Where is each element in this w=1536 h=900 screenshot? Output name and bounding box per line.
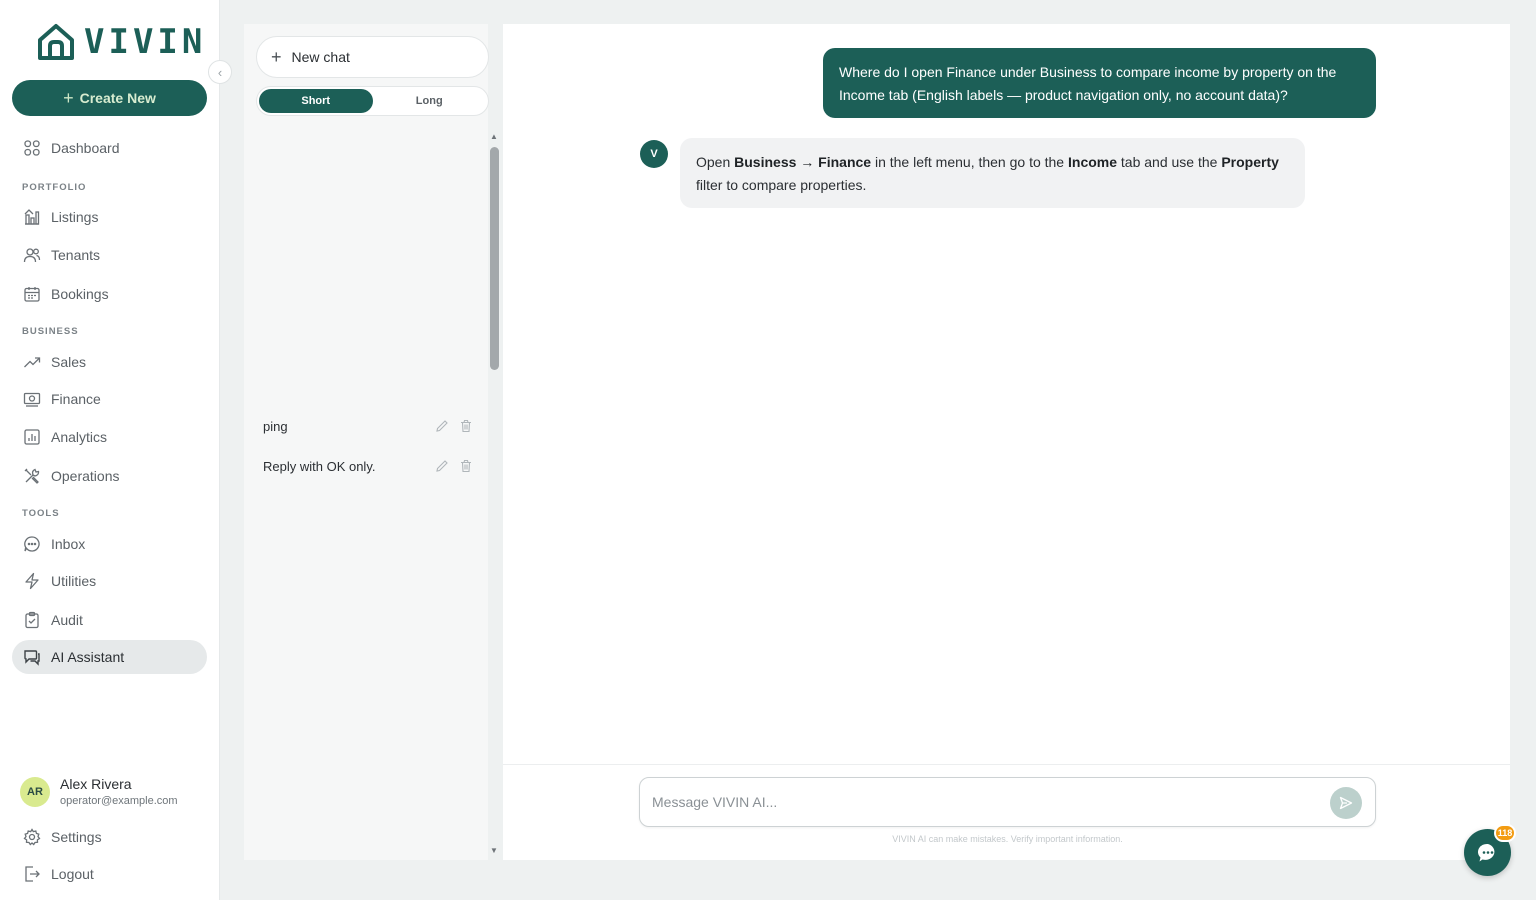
messages-icon xyxy=(24,650,40,666)
sidebar-item-label: Inbox xyxy=(51,536,86,552)
scroll-up-arrow[interactable]: ▲ xyxy=(490,132,498,141)
user-profile[interactable]: AR Alex Rivera operator@example.com xyxy=(20,776,178,807)
sidebar-item-label: Logout xyxy=(51,866,94,882)
user-email: operator@example.com xyxy=(60,795,178,807)
sidebar-item-label: Listings xyxy=(51,209,99,225)
message-text: filter to compare properties. xyxy=(696,177,867,193)
home-logo-icon xyxy=(38,24,74,60)
chat-bubble-icon xyxy=(24,536,40,552)
toggle-long[interactable]: Long xyxy=(373,89,487,113)
sidebar-item-settings[interactable]: Settings xyxy=(12,820,207,854)
sidebar-item-audit[interactable]: Audit xyxy=(12,603,207,637)
pencil-icon[interactable] xyxy=(435,419,449,433)
scrollbar-thumb[interactable] xyxy=(490,147,499,370)
scroll-down-arrow[interactable]: ▼ xyxy=(490,846,498,855)
ai-disclaimer: VIVIN AI can make mistakes. Verify impor… xyxy=(892,834,1123,844)
sidebar-item-label: Utilities xyxy=(51,573,97,589)
send-icon xyxy=(1339,796,1353,810)
lightning-icon xyxy=(25,572,39,590)
message-text: tab and use the xyxy=(1117,154,1222,170)
plus-icon: + xyxy=(63,87,74,108)
sidebar-item-inbox[interactable]: Inbox xyxy=(12,527,207,561)
trash-icon[interactable] xyxy=(459,459,473,473)
create-new-button[interactable]: + Create New xyxy=(12,80,207,116)
sidebar-item-label: Tenants xyxy=(51,247,101,263)
gear-icon xyxy=(23,828,41,846)
new-chat-button[interactable]: + New chat xyxy=(256,36,489,78)
sidebar-item-utilities[interactable]: Utilities xyxy=(12,564,207,598)
sidebar-item-label: AI Assistant xyxy=(51,649,125,665)
user-message-bubble: Where do I open Finance under Business t… xyxy=(823,48,1376,118)
calendar-icon xyxy=(24,287,40,302)
toggle-short[interactable]: Short xyxy=(259,89,373,113)
message-input[interactable] xyxy=(652,778,1312,826)
sidebar-item-label: Operations xyxy=(51,468,120,484)
grid-icon xyxy=(24,140,40,156)
sidebar-item-finance[interactable]: Finance xyxy=(12,382,207,416)
sidebar-item-dashboard[interactable]: Dashboard xyxy=(12,131,207,165)
bar-chart-icon xyxy=(24,429,40,445)
trending-up-icon xyxy=(24,357,41,368)
user-name: Alex Rivera xyxy=(60,776,132,792)
sidebar-item-label: Finance xyxy=(51,391,101,407)
sidebar: VIVIN + Create New Dashboard PORTFOLIO L… xyxy=(0,0,220,900)
sidebar-item-operations[interactable]: Operations xyxy=(12,459,207,493)
notification-badge: 118 xyxy=(1494,824,1516,842)
sidebar-item-bookings[interactable]: Bookings xyxy=(12,277,207,311)
sidebar-item-tenants[interactable]: Tenants xyxy=(12,238,207,272)
section-label-portfolio: PORTFOLIO xyxy=(22,182,87,193)
sidebar-item-label: Audit xyxy=(51,612,83,628)
pencil-icon[interactable] xyxy=(435,459,449,473)
sidebar-item-sales[interactable]: Sales xyxy=(12,345,207,379)
tools-icon xyxy=(24,468,40,484)
assistant-message-bubble: Open Business → Finance in the left menu… xyxy=(680,138,1305,208)
create-new-label: Create New xyxy=(79,90,156,106)
section-label-business: BUSINESS xyxy=(22,326,79,337)
chat-title: ping xyxy=(263,418,288,434)
plus-icon: + xyxy=(271,46,282,67)
sidebar-item-label: Dashboard xyxy=(51,140,120,156)
sidebar-item-label: Bookings xyxy=(51,286,109,302)
chevron-left-icon: ‹ xyxy=(217,64,223,80)
sidebar-item-analytics[interactable]: Analytics xyxy=(12,420,207,454)
banknote-icon xyxy=(23,392,41,407)
message-composer xyxy=(639,777,1376,827)
logout-icon xyxy=(25,866,40,882)
assistant-avatar: V xyxy=(640,140,668,168)
collapse-sidebar-button[interactable]: ‹ xyxy=(208,60,232,84)
users-icon xyxy=(23,248,41,263)
chat-dots-icon xyxy=(1477,843,1494,861)
send-button[interactable] xyxy=(1330,787,1362,819)
message-bold: Business → Finance xyxy=(734,154,872,170)
section-label-tools: TOOLS xyxy=(22,508,60,519)
composer-divider xyxy=(503,764,1510,765)
chat-list-item[interactable]: Reply with OK only. xyxy=(263,454,473,478)
message-text: in the left menu, then go to the xyxy=(871,154,1068,170)
conversation-area: Where do I open Finance under Business t… xyxy=(503,24,1510,860)
logout-button[interactable]: Logout xyxy=(12,857,207,891)
trash-icon[interactable] xyxy=(459,419,473,433)
chat-list-item[interactable]: ping xyxy=(263,414,473,438)
message-bold: Income xyxy=(1068,154,1118,170)
response-length-toggle: Short Long xyxy=(256,86,489,116)
sidebar-item-listings[interactable]: Listings xyxy=(12,200,207,234)
sidebar-item-ai-assistant[interactable]: AI Assistant xyxy=(12,640,207,674)
brand-logo[interactable]: VIVIN xyxy=(36,22,206,62)
message-text: Open xyxy=(696,154,735,170)
brand-name: VIVIN xyxy=(84,22,207,62)
new-chat-label: New chat xyxy=(291,49,350,65)
sidebar-item-label: Settings xyxy=(51,829,102,845)
building-chart-icon xyxy=(24,209,40,225)
sidebar-item-label: Analytics xyxy=(51,429,108,445)
message-bold: Property xyxy=(1221,154,1279,170)
clipboard-check-icon xyxy=(25,611,39,629)
chat-history-panel: + New chat Short Long ping Reply with OK… xyxy=(244,24,489,860)
avatar: AR xyxy=(20,776,50,807)
sidebar-item-label: Sales xyxy=(51,354,87,370)
chat-title: Reply with OK only. xyxy=(263,458,376,474)
